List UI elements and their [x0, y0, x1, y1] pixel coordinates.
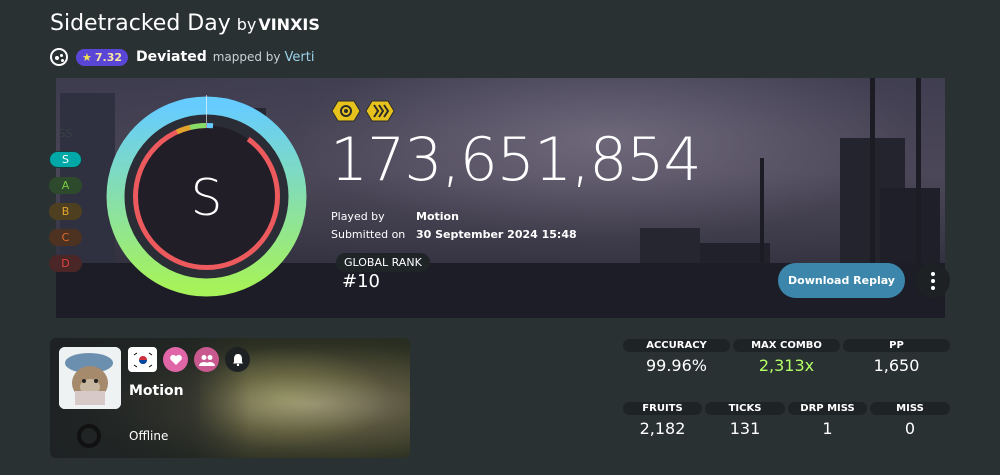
heart-icon[interactable] — [163, 347, 188, 372]
accuracy-label: ACCURACY — [623, 339, 730, 352]
stat-pp: PP 1,650 — [843, 339, 950, 375]
drp-miss-value: 1 — [822, 419, 833, 438]
grade-pill-d: D — [49, 255, 82, 272]
notification-bell-icon[interactable] — [225, 347, 250, 372]
star-rating-badge: ★ 7.32 — [76, 48, 129, 66]
friends-icon[interactable] — [194, 347, 219, 372]
mapped-by-label: mapped by — [212, 50, 281, 64]
beatmap-header: Sidetracked Day by VINXIS ★ 7.32 Deviated m… — [0, 0, 1000, 78]
score-meta: Played by Motion Submitted on 30 September… — [331, 208, 577, 244]
grade-letter: S — [191, 169, 223, 227]
by-label: by — [236, 15, 257, 34]
stat-drp-miss: DRP MISS 1 — [788, 402, 867, 438]
miss-label: MISS — [870, 402, 950, 415]
stat-fruits: FRUITS 2,182 — [623, 402, 702, 438]
avatar-image — [59, 347, 121, 409]
mapper-link[interactable]: Verti — [285, 50, 315, 65]
grade-pill-b: B — [49, 203, 82, 220]
pp-value: 1,650 — [873, 356, 920, 375]
grade-pill-s: S — [49, 151, 82, 168]
stat-ticks: TICKS 131 — [705, 402, 785, 438]
accuracy-ring: S — [106, 95, 307, 297]
grade-pill-c: C — [49, 229, 82, 246]
song-title[interactable]: Sidetracked Day — [50, 11, 231, 36]
max-combo-label: MAX COMBO — [733, 339, 840, 352]
hidden-mod-icon — [331, 100, 361, 122]
flag-south-korea-icon[interactable] — [128, 347, 157, 372]
title-row: Sidetracked Day by VINXIS — [50, 11, 320, 36]
grade-pill-ss: SS — [58, 127, 73, 140]
online-status-icon — [77, 424, 101, 448]
stat-max-combo: MAX COMBO 2,313x — [733, 339, 840, 375]
download-replay-button[interactable]: Download Replay — [778, 263, 905, 298]
stat-accuracy: ACCURACY 99.96% — [623, 339, 730, 375]
grade-list: SS S A B C D — [49, 125, 83, 281]
username[interactable]: Motion — [129, 383, 184, 399]
user-card[interactable]: Motion Offline — [50, 338, 410, 458]
submitted-label: Submitted on — [331, 228, 406, 241]
global-rank-label: GLOBAL RANK — [336, 253, 430, 272]
difficulty-row: ★ 7.32 Deviated mapped by Verti — [50, 48, 314, 66]
mod-list — [331, 100, 395, 122]
difficulty-name: Deviated — [136, 49, 207, 65]
artist-name[interactable]: VINXIS — [258, 15, 320, 34]
more-options-button[interactable] — [915, 263, 950, 298]
total-score: 173,651,854 — [330, 125, 702, 195]
max-combo-value: 2,313x — [758, 356, 815, 375]
drp-miss-label: DRP MISS — [788, 402, 867, 415]
fruits-label: FRUITS — [623, 402, 702, 415]
status-text: Offline — [129, 429, 169, 443]
grade-pill-a: A — [49, 177, 82, 194]
submitted-date: 30 September 2024 15:48 — [416, 228, 577, 241]
avatar[interactable] — [59, 347, 121, 409]
miss-value: 0 — [904, 419, 916, 438]
osu-catch-mode-icon — [50, 48, 68, 66]
played-by-label: Played by — [331, 210, 385, 223]
double-time-mod-icon — [365, 100, 395, 122]
stat-miss: MISS 0 — [870, 402, 950, 438]
pp-label: PP — [843, 339, 950, 352]
ticks-value: 131 — [729, 419, 761, 438]
user-card-icons — [128, 347, 250, 372]
played-by-value[interactable]: Motion — [416, 210, 459, 223]
global-rank-value: #10 — [342, 271, 380, 292]
fruits-value: 2,182 — [639, 419, 686, 438]
accuracy-value: 99.96% — [645, 356, 707, 375]
more-icon — [930, 271, 935, 276]
ticks-label: TICKS — [705, 402, 785, 415]
